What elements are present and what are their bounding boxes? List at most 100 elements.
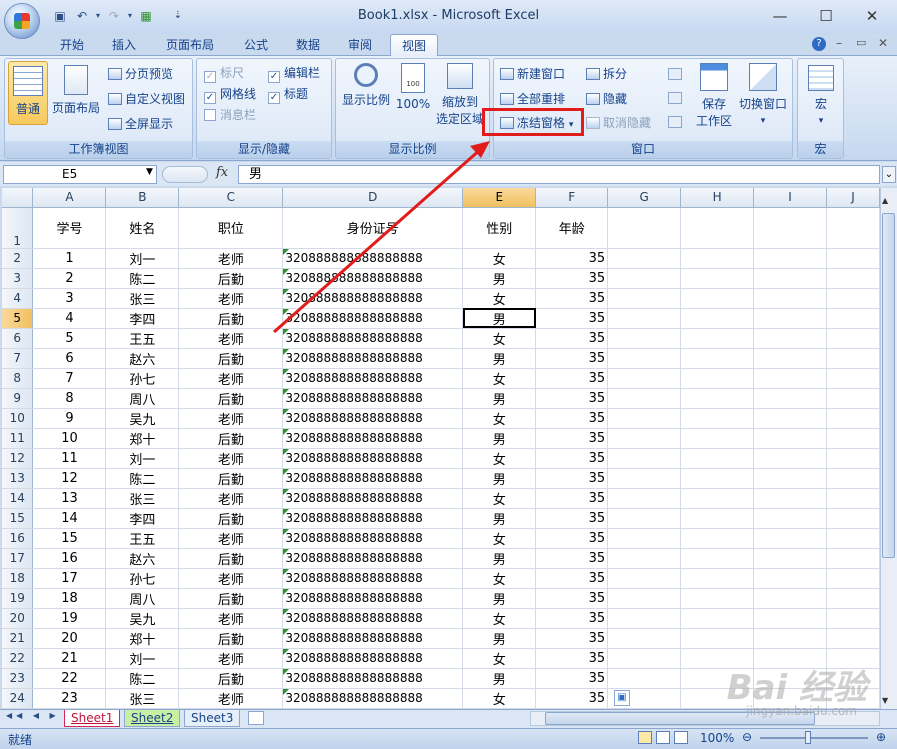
age-cell[interactable]: 35 [535, 648, 609, 669]
id-number-cell[interactable]: 15 [32, 528, 107, 549]
name-cell[interactable]: 陈二 [105, 668, 180, 689]
row-header[interactable]: 2 [2, 248, 34, 269]
cell[interactable] [753, 488, 827, 509]
gender-cell[interactable]: 男 [462, 268, 537, 289]
cell[interactable] [607, 207, 682, 249]
row-header[interactable]: 4 [2, 288, 34, 309]
id-card-cell[interactable]: 320888888888888888 [282, 448, 464, 469]
cell[interactable] [826, 468, 880, 489]
cell[interactable] [753, 528, 827, 549]
column-header[interactable]: B [105, 188, 180, 208]
age-cell[interactable]: 35 [535, 248, 609, 269]
cell[interactable] [607, 648, 682, 669]
id-card-cell[interactable]: 320888888888888888 [282, 648, 464, 669]
position-cell[interactable]: 老师 [178, 288, 284, 309]
cell[interactable] [680, 628, 755, 649]
id-number-cell[interactable]: 14 [32, 508, 107, 529]
cell[interactable] [680, 248, 755, 269]
cell[interactable] [753, 628, 827, 649]
position-cell[interactable]: 老师 [178, 448, 284, 469]
ribbon-minimize-icon[interactable]: – [836, 36, 842, 50]
message-bar-checkbox[interactable]: 消息栏 [204, 106, 256, 124]
macros-button[interactable]: 宏 ▾ [801, 65, 841, 131]
cell[interactable] [753, 508, 827, 529]
help-icon[interactable]: ? [812, 37, 826, 51]
row-header[interactable]: 8 [2, 368, 34, 389]
id-number-cell[interactable]: 6 [32, 348, 107, 369]
cell[interactable] [607, 268, 682, 289]
id-card-cell[interactable]: 320888888888888888 [282, 568, 464, 589]
cell[interactable] [680, 448, 755, 469]
gender-cell[interactable]: 男 [462, 588, 537, 609]
column-header[interactable]: I [753, 188, 827, 208]
id-card-cell[interactable]: 320888888888888888 [282, 428, 464, 449]
cell[interactable] [753, 308, 827, 329]
page-break-preview-button[interactable]: 分页预览 [108, 65, 173, 83]
id-card-cell[interactable]: 320888888888888888 [282, 588, 464, 609]
position-cell[interactable]: 后勤 [178, 588, 284, 609]
gender-cell[interactable]: 女 [462, 608, 537, 629]
cell[interactable] [607, 528, 682, 549]
cell[interactable] [826, 207, 880, 249]
gender-cell[interactable]: 男 [462, 468, 537, 489]
insert-function-icon[interactable]: fx [216, 165, 228, 180]
name-box-dropdown-icon[interactable]: ▼ [146, 167, 153, 177]
select-all-corner[interactable] [2, 188, 34, 208]
formula-bar-checkbox[interactable]: ✓ 编辑栏 [268, 64, 320, 83]
cell[interactable] [680, 508, 755, 529]
cell[interactable] [753, 548, 827, 569]
row-header[interactable]: 14 [2, 488, 34, 509]
id-card-cell[interactable]: 320888888888888888 [282, 408, 464, 429]
id-card-cell[interactable]: 320888888888888888 [282, 468, 464, 489]
name-cell[interactable]: 周八 [105, 588, 180, 609]
cell[interactable] [680, 328, 755, 349]
gender-cell[interactable]: 男 [462, 628, 537, 649]
age-cell[interactable]: 35 [535, 668, 609, 689]
cell[interactable] [753, 608, 827, 629]
cell[interactable] [607, 608, 682, 629]
age-cell[interactable]: 35 [535, 348, 609, 369]
id-card-cell[interactable]: 320888888888888888 [282, 528, 464, 549]
cell[interactable] [753, 348, 827, 369]
formula-bar-divider-handle[interactable] [162, 166, 208, 183]
cell[interactable] [607, 428, 682, 449]
cell[interactable] [607, 568, 682, 589]
zoom-to-selection-button[interactable]: 缩放到 选定区域 [434, 63, 486, 133]
cell[interactable] [680, 408, 755, 429]
name-cell[interactable]: 陈二 [105, 468, 180, 489]
full-screen-button[interactable]: 全屏显示 [108, 115, 173, 133]
age-cell[interactable]: 35 [535, 688, 609, 709]
cell[interactable] [826, 568, 880, 589]
position-cell[interactable]: 后勤 [178, 388, 284, 409]
reset-position-icon[interactable] [668, 116, 682, 128]
position-cell[interactable]: 后勤 [178, 508, 284, 529]
age-cell[interactable]: 35 [535, 308, 609, 329]
new-window-button[interactable]: 新建窗口 [500, 65, 565, 83]
position-cell[interactable]: 后勤 [178, 668, 284, 689]
id-number-cell[interactable]: 2 [32, 268, 107, 289]
cell[interactable] [607, 508, 682, 529]
row-header[interactable]: 3 [2, 268, 34, 289]
id-number-cell[interactable]: 16 [32, 548, 107, 569]
tab-data[interactable]: 数据 [284, 34, 332, 56]
gender-cell[interactable]: 女 [462, 648, 537, 669]
tab-view[interactable]: 视图 [390, 34, 438, 56]
cell[interactable] [753, 248, 827, 269]
id-card-cell[interactable]: 320888888888888888 [282, 348, 464, 369]
position-cell[interactable]: 后勤 [178, 308, 284, 329]
header-cell[interactable]: 身份证号 [282, 207, 464, 249]
id-card-cell[interactable]: 320888888888888888 [282, 608, 464, 629]
gender-cell[interactable]: 女 [462, 288, 537, 309]
tab-review[interactable]: 审阅 [336, 34, 384, 56]
position-cell[interactable]: 老师 [178, 688, 284, 709]
id-card-cell[interactable]: 320888888888888888 [282, 368, 464, 389]
header-cell[interactable]: 性别 [462, 207, 537, 249]
cell[interactable] [753, 368, 827, 389]
zoom-100-button[interactable]: 100 100% [395, 63, 431, 123]
headings-checkbox[interactable]: ✓ 标题 [268, 85, 308, 104]
cell[interactable] [826, 448, 880, 469]
cell[interactable] [607, 328, 682, 349]
id-number-cell[interactable]: 1 [32, 248, 107, 269]
age-cell[interactable]: 35 [535, 528, 609, 549]
gender-cell[interactable]: 女 [462, 488, 537, 509]
